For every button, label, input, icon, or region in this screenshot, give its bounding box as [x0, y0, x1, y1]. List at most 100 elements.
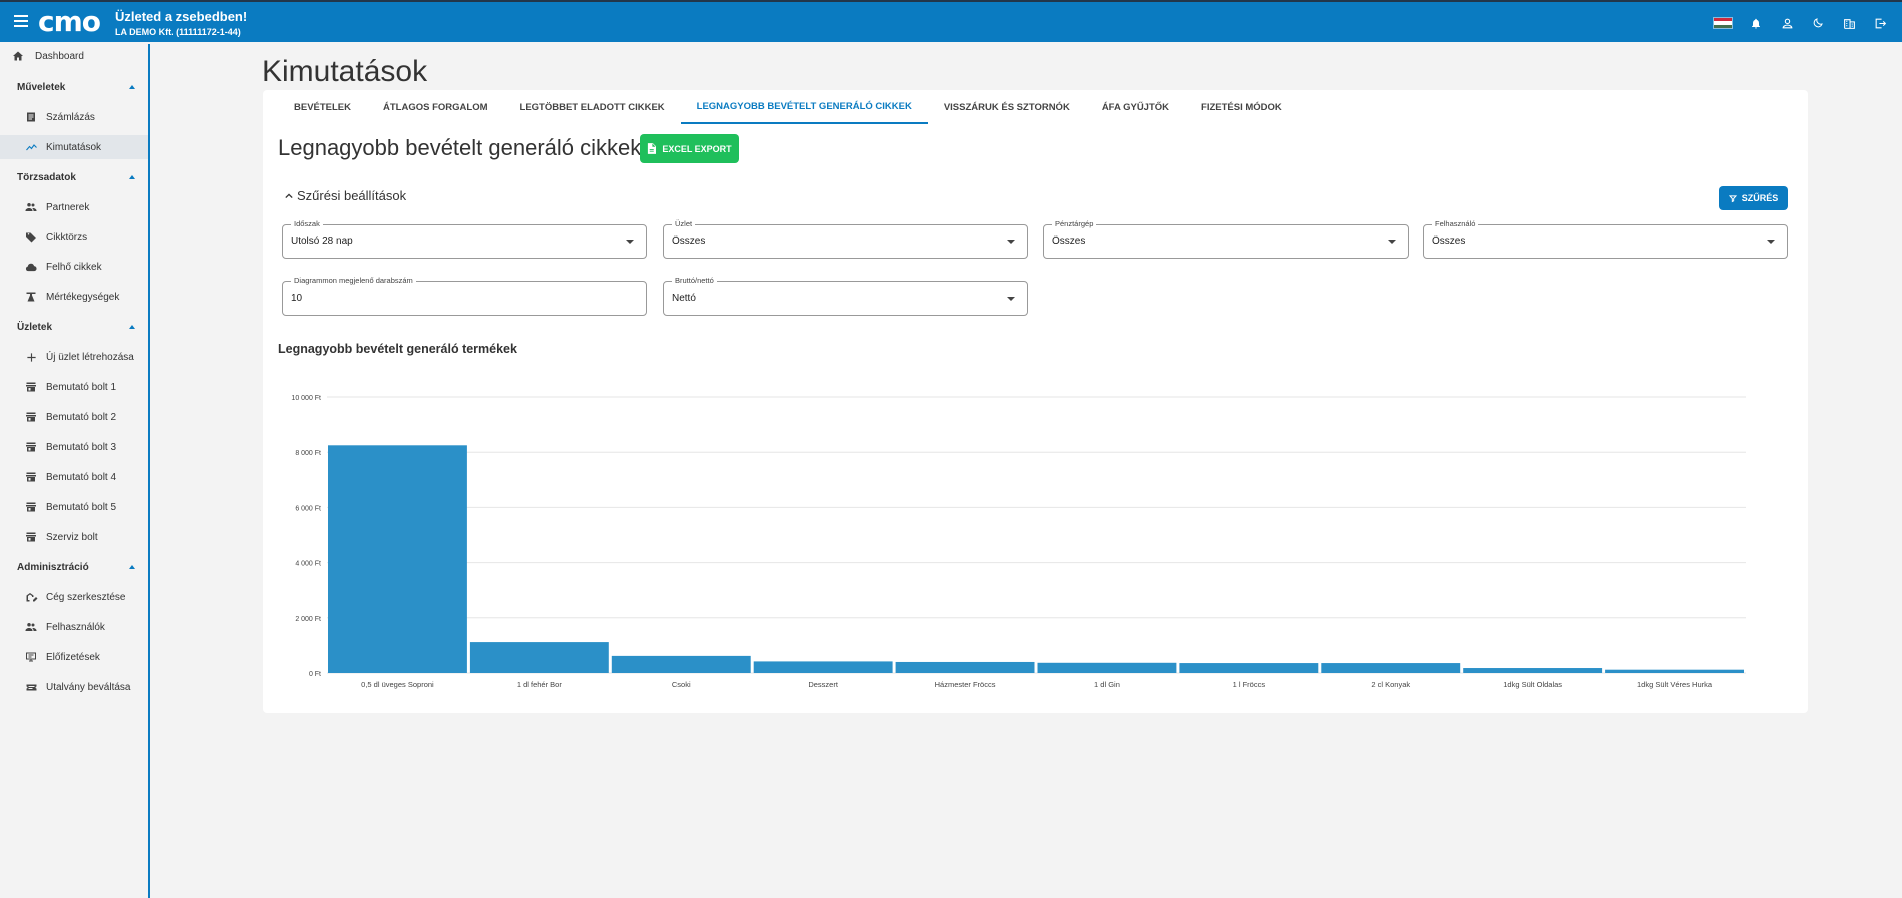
x-tick-label: 1dkg Sült Oldalas	[1503, 680, 1562, 689]
x-tick-label: 1dkg Sült Véres Hurka	[1637, 680, 1713, 689]
store-icon	[24, 440, 38, 454]
section-title: Üzletek	[17, 321, 53, 333]
section-title: Műveletek	[17, 81, 66, 93]
y-tick-label: 2 000 Ft	[295, 616, 321, 623]
sidebar-item-elofizetesek[interactable]: Előfizetések	[0, 645, 148, 669]
report-card: Bevételek Átlagos forgalom Legtöbbet ela…	[263, 90, 1808, 713]
bell-icon[interactable]	[1748, 15, 1764, 31]
sidebar-item-dashboard[interactable]: Dashboard	[0, 44, 148, 68]
sidebar-section-torzsadatok[interactable]: Törzsadatok	[0, 165, 148, 189]
sidebar-item-szamlazas[interactable]: Számlázás	[0, 105, 148, 129]
sidebar-item-label: Bemutató bolt 4	[46, 471, 117, 483]
dark-mode-icon[interactable]	[1810, 15, 1826, 31]
chart-bar[interactable]	[328, 445, 467, 673]
scale-icon	[24, 290, 38, 304]
chart-bar[interactable]	[611, 655, 751, 673]
chevron-up-icon	[129, 85, 135, 89]
people-icon	[24, 200, 38, 214]
sidebar-item-felhasznalok[interactable]: Felhasználók	[0, 615, 148, 639]
x-tick-label: 1 dl fehér Bor	[517, 680, 563, 689]
sidebar-item-label: Partnerek	[46, 201, 90, 213]
logout-icon[interactable]	[1872, 15, 1888, 31]
sidebar-item-bolt-1[interactable]: Bemutató bolt 1	[0, 375, 148, 399]
sidebar: Dashboard Műveletek Számlázás Kimutatáso…	[0, 44, 150, 898]
sidebar-item-label: Új üzlet létrehozása	[46, 351, 134, 363]
home-icon	[11, 49, 25, 63]
chart-bar[interactable]	[1463, 668, 1603, 673]
people-icon	[24, 620, 38, 634]
x-tick-label: 0,5 dl üveges Soproni	[361, 680, 434, 689]
y-tick-label: 0 Ft	[309, 671, 321, 678]
sidebar-item-mertekegysegek[interactable]: Mértékegységek	[0, 285, 148, 309]
sidebar-item-label: Kimutatások	[46, 141, 102, 153]
sidebar-item-partnerek[interactable]: Partnerek	[0, 195, 148, 219]
plus-icon	[24, 350, 38, 364]
x-tick-label: Házmester Fröccs	[935, 680, 996, 689]
sidebar-item-label: Mértékegységek	[46, 291, 120, 303]
sidebar-item-label: Bemutató bolt 5	[46, 501, 117, 513]
sidebar-item-cikktorzs[interactable]: Cikktörzs	[0, 225, 148, 249]
page-title: Kimutatások	[262, 55, 428, 88]
store-icon	[24, 500, 38, 514]
section-title: Törzsadatok	[17, 171, 76, 183]
store-icon	[24, 410, 38, 424]
sidebar-item-label: Cég szerkesztése	[46, 591, 126, 603]
y-tick-label: 4 000 Ft	[295, 561, 321, 568]
chart-bar[interactable]	[1321, 663, 1461, 673]
sidebar-item-bolt-3[interactable]: Bemutató bolt 3	[0, 435, 148, 459]
y-tick-label: 8 000 Ft	[295, 450, 321, 457]
sidebar-item-label: Felhő cikkek	[46, 261, 102, 273]
tag-icon	[24, 230, 38, 244]
chart-bar[interactable]	[895, 661, 1035, 673]
sidebar-item-felho-cikkek[interactable]: Felhő cikkek	[0, 255, 148, 279]
sidebar-item-label: Számlázás	[46, 111, 95, 123]
sidebar-item-label: Utalvány beváltása	[46, 681, 131, 693]
x-tick-label: 1 l Fröccs	[1233, 680, 1266, 689]
chart-bar[interactable]	[1605, 669, 1744, 673]
store-icon	[24, 380, 38, 394]
y-tick-label: 10 000 Ft	[291, 395, 321, 402]
sidebar-item-kimutatasok[interactable]: Kimutatások	[0, 135, 148, 159]
store-icon	[24, 530, 38, 544]
sidebar-item-ceg-szerkesztese[interactable]: Cég szerkesztése	[0, 585, 148, 609]
bar-chart: 0 Ft 2 000 Ft 4 000 Ft 6 000 Ft 8 000 Ft 10 0…	[291, 395, 1746, 689]
sidebar-item-bolt-5[interactable]: Bemutató bolt 5	[0, 495, 148, 519]
chart-bar[interactable]	[753, 661, 893, 673]
sidebar-section-muveletek[interactable]: Műveletek	[0, 75, 148, 99]
sidebar-section-adminisztracio[interactable]: Adminisztráció	[0, 555, 148, 579]
top-icon-group	[1713, 15, 1888, 31]
x-tick-label: 2 cl Konyak	[1371, 680, 1410, 689]
x-tick-label: Desszert	[808, 680, 839, 689]
chevron-up-icon	[129, 175, 135, 179]
section-title: Adminisztráció	[17, 561, 89, 573]
invoice-icon	[24, 110, 38, 124]
app-tagline: Üzleted a zsebedben!	[115, 9, 248, 24]
chart-bar[interactable]	[1179, 663, 1319, 673]
user-icon[interactable]	[1779, 15, 1795, 31]
company-name: LA DEMO Kft. (11111172-1-44)	[115, 27, 241, 37]
subscription-icon	[24, 650, 38, 664]
sidebar-item-label: Felhasználók	[46, 621, 105, 633]
sidebar-item-label: Előfizetések	[46, 651, 100, 663]
sidebar-item-bolt-2[interactable]: Bemutató bolt 2	[0, 405, 148, 429]
sidebar-item-szerviz-bolt[interactable]: Szerviz bolt	[0, 525, 148, 549]
company-edit-icon	[24, 590, 38, 604]
company-icon[interactable]	[1841, 15, 1857, 31]
top-app-bar: cmo Üzleted a zsebedben! LA DEMO Kft. (1…	[0, 0, 1902, 42]
store-icon	[24, 470, 38, 484]
sidebar-item-label: Cikktörzs	[46, 231, 88, 243]
sidebar-section-uzletek[interactable]: Üzletek	[0, 315, 148, 339]
sidebar-item-utalvany[interactable]: Utalvány beváltása	[0, 675, 148, 699]
chevron-up-icon	[129, 325, 135, 329]
cmo-logo[interactable]: cmo	[38, 8, 101, 36]
hungarian-flag-icon[interactable]	[1713, 17, 1733, 29]
chart-bar[interactable]	[469, 642, 609, 673]
menu-icon[interactable]	[14, 15, 28, 27]
chart-bar[interactable]	[1037, 662, 1177, 673]
cloud-icon	[24, 260, 38, 274]
sidebar-item-label: Szerviz bolt	[46, 531, 98, 543]
x-tick-label: 1 dl Gin	[1094, 680, 1120, 689]
sidebar-item-label: Bemutató bolt 3	[46, 441, 117, 453]
sidebar-item-uj-uzlet[interactable]: Új üzlet létrehozása	[0, 345, 148, 369]
sidebar-item-bolt-4[interactable]: Bemutató bolt 4	[0, 465, 148, 489]
